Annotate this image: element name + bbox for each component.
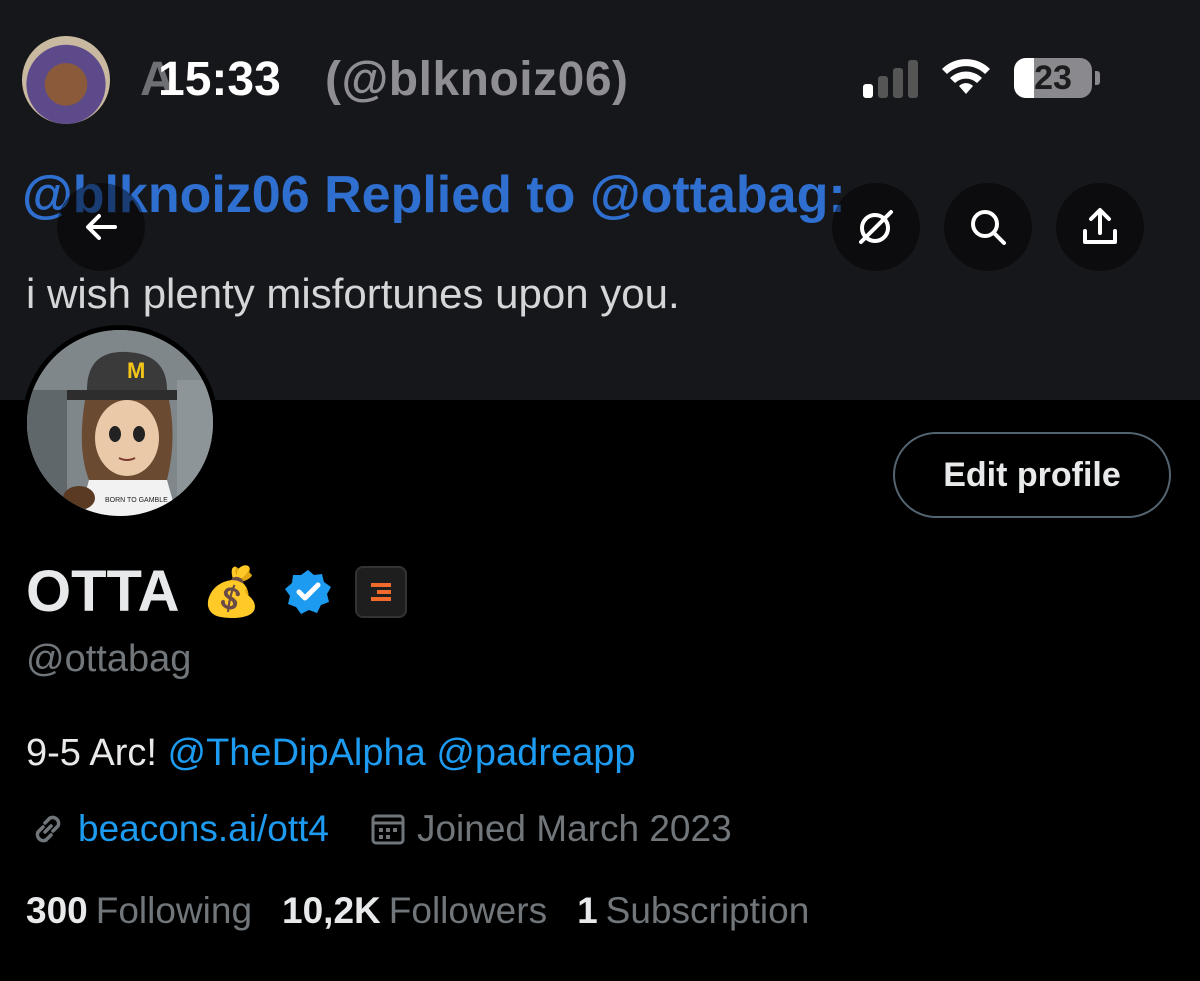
avatar-illustration: M BORN TO GAMBLE (27, 330, 213, 516)
wifi-icon (942, 59, 990, 94)
followers-count: 10,2K (282, 890, 381, 931)
status-time: 15:33 (158, 53, 281, 106)
calendar-icon (371, 814, 405, 845)
bio-text: 9-5 Arc! (26, 732, 157, 774)
svg-text:M: M (127, 358, 145, 383)
search-icon (971, 210, 1006, 245)
avatar-image: M BORN TO GAMBLE (27, 330, 213, 516)
following-label: Following (95, 890, 253, 931)
followers-label: Followers (388, 890, 548, 931)
battery-indicator: 23 (1014, 58, 1092, 98)
profile-meta: beacons.ai/ott4 Joined March 2023 (28, 808, 732, 850)
edit-profile-button[interactable]: Edit profile (893, 432, 1171, 518)
profile-website-link[interactable]: beacons.ai/ott4 (78, 808, 329, 850)
profile-stats: 300 Following 10,2K Followers 1 Subscriptio… (26, 890, 809, 932)
grok-button[interactable] (832, 183, 920, 271)
cellular-signal-icon (863, 58, 918, 98)
banner-reply-text: i wish plenty misfortunes upon you. (26, 270, 680, 317)
back-button[interactable] (57, 183, 145, 271)
svg-text:BORN TO GAMBLE: BORN TO GAMBLE (105, 497, 168, 504)
link-icon (35, 815, 61, 843)
profile-handle: @ottabag (26, 638, 192, 680)
bio-mention-thedipalpha[interactable]: @TheDipAlpha (168, 732, 426, 774)
subscriptions-stat[interactable]: 1 Subscription (577, 890, 809, 932)
following-count: 300 (26, 890, 88, 931)
following-stat[interactable]: 300 Following (26, 890, 252, 932)
affiliate-badge-icon[interactable] (355, 565, 408, 618)
arrow-left-icon (86, 214, 117, 240)
followers-stat[interactable]: 10,2K Followers (282, 890, 547, 932)
joined-date: Joined March 2023 (416, 808, 732, 849)
search-button[interactable] (944, 183, 1032, 271)
profile-name-row: OTTA 💰 (26, 558, 408, 625)
status-indicators: 23 (863, 58, 1100, 98)
banner-title-handle: (@blknoiz06) (325, 53, 629, 106)
verified-badge-icon[interactable] (283, 567, 333, 617)
subscription-count: 1 (577, 890, 598, 931)
bio-mention-padreapp[interactable]: @padreapp (436, 732, 635, 774)
banner-avatar-image (22, 36, 110, 124)
share-icon (1083, 208, 1117, 244)
banner-reply-heading: @blknoiz06 Replied to @ottabag: (22, 166, 846, 224)
profile-bio: 9-5 Arc! @TheDipAlpha @padreapp (26, 732, 636, 775)
subscription-label: Subscription (605, 890, 810, 931)
share-button[interactable] (1056, 183, 1144, 271)
display-name: OTTA (26, 559, 180, 624)
grok-icon (859, 210, 893, 244)
profile-avatar[interactable]: M BORN TO GAMBLE (22, 325, 218, 521)
moneybag-emoji: 💰 (201, 566, 262, 619)
battery-level: 23 (1034, 58, 1072, 97)
